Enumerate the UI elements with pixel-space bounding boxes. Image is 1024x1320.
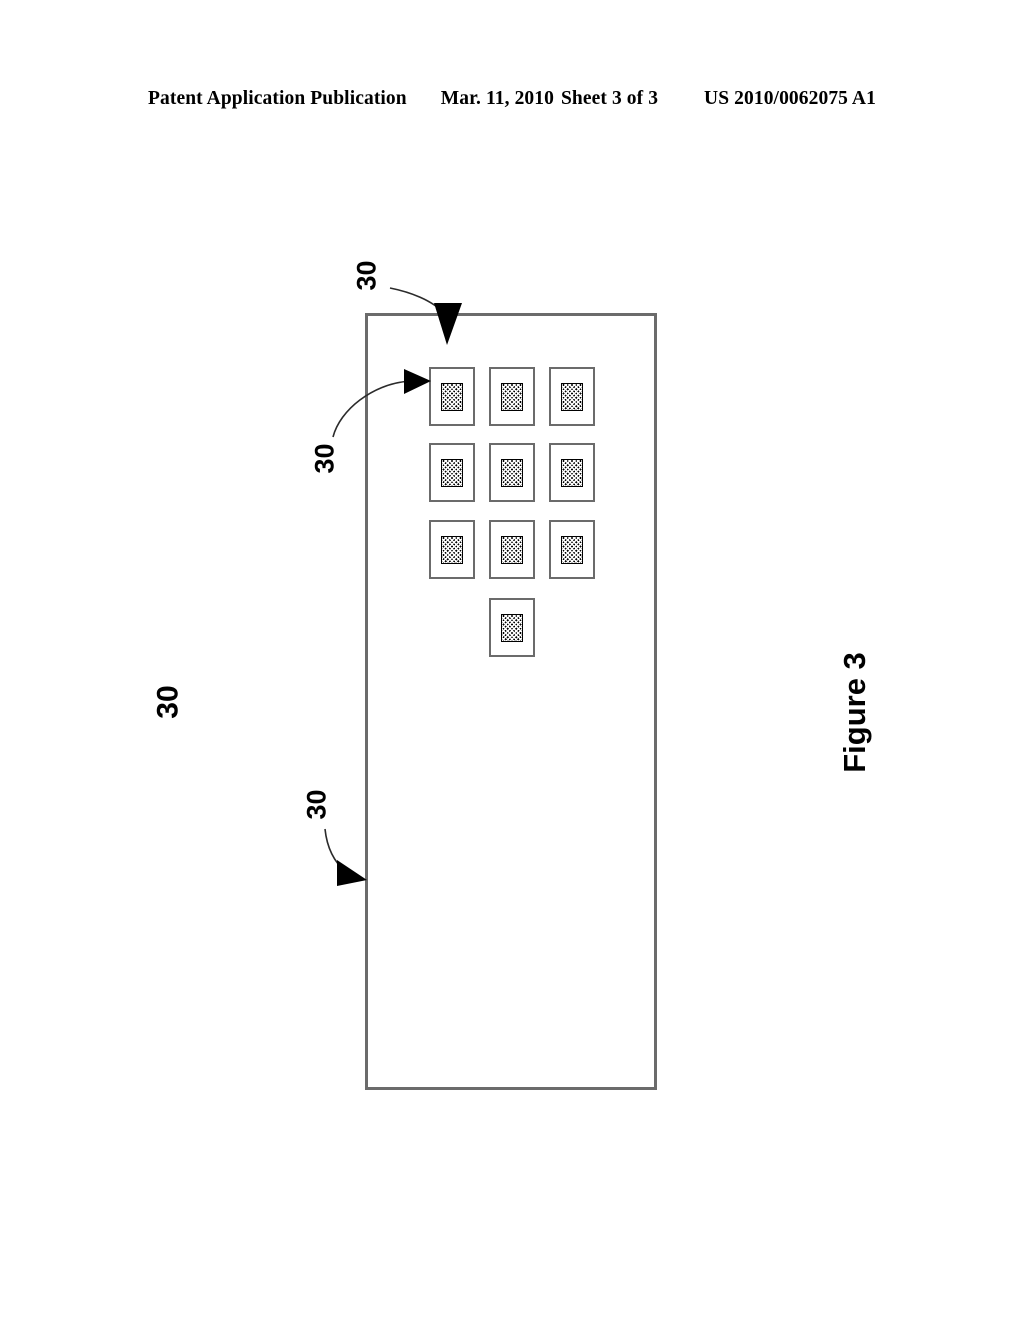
array-cell-hatch-fill (501, 535, 523, 564)
array-cell-hatch-fill (441, 458, 463, 487)
figure-caption: Figure 3 (836, 652, 872, 773)
array-cell-hatch-fill (441, 535, 463, 564)
header-publication-number: US 2010/0062075 A1 (704, 88, 876, 109)
array-cell-hatch-fill (441, 382, 463, 411)
array-cell-hatch-fill (501, 458, 523, 487)
array-cell (429, 367, 475, 426)
array-cell-hatch-fill (501, 382, 523, 411)
header-sheet-number: Sheet 3 of 3 (560, 88, 659, 109)
reference-numeral-lower: 30 (301, 789, 332, 820)
reference-numeral-middle: 30 (309, 443, 340, 474)
reference-numeral-left: 30 (151, 685, 185, 719)
array-cell-hatch-fill (501, 613, 523, 642)
array-cell (549, 443, 595, 502)
array-cell (429, 520, 475, 579)
array-cell-hatch-fill (561, 458, 583, 487)
leader-line-top (389, 287, 446, 315)
array-cell (429, 443, 475, 502)
header-date: Mar. 11, 2010 (440, 88, 554, 109)
header-publication-label: Patent Application Publication (148, 88, 407, 109)
device-substrate-outline (365, 313, 657, 1090)
page-header: Patent Application Publication Mar. 11, … (0, 88, 1024, 116)
arrowhead-right-lower-icon (337, 860, 367, 886)
reference-numeral-top: 30 (351, 260, 382, 291)
array-cell (489, 598, 535, 657)
array-cell (549, 367, 595, 426)
array-cell (549, 520, 595, 579)
array-cell-hatch-fill (561, 382, 583, 411)
array-cell-hatch-fill (561, 535, 583, 564)
array-cell (489, 443, 535, 502)
array-cell (489, 520, 535, 579)
patent-drawing-page: Patent Application Publication Mar. 11, … (0, 0, 1024, 1320)
leader-line-lower (324, 828, 347, 873)
array-cell (489, 367, 535, 426)
